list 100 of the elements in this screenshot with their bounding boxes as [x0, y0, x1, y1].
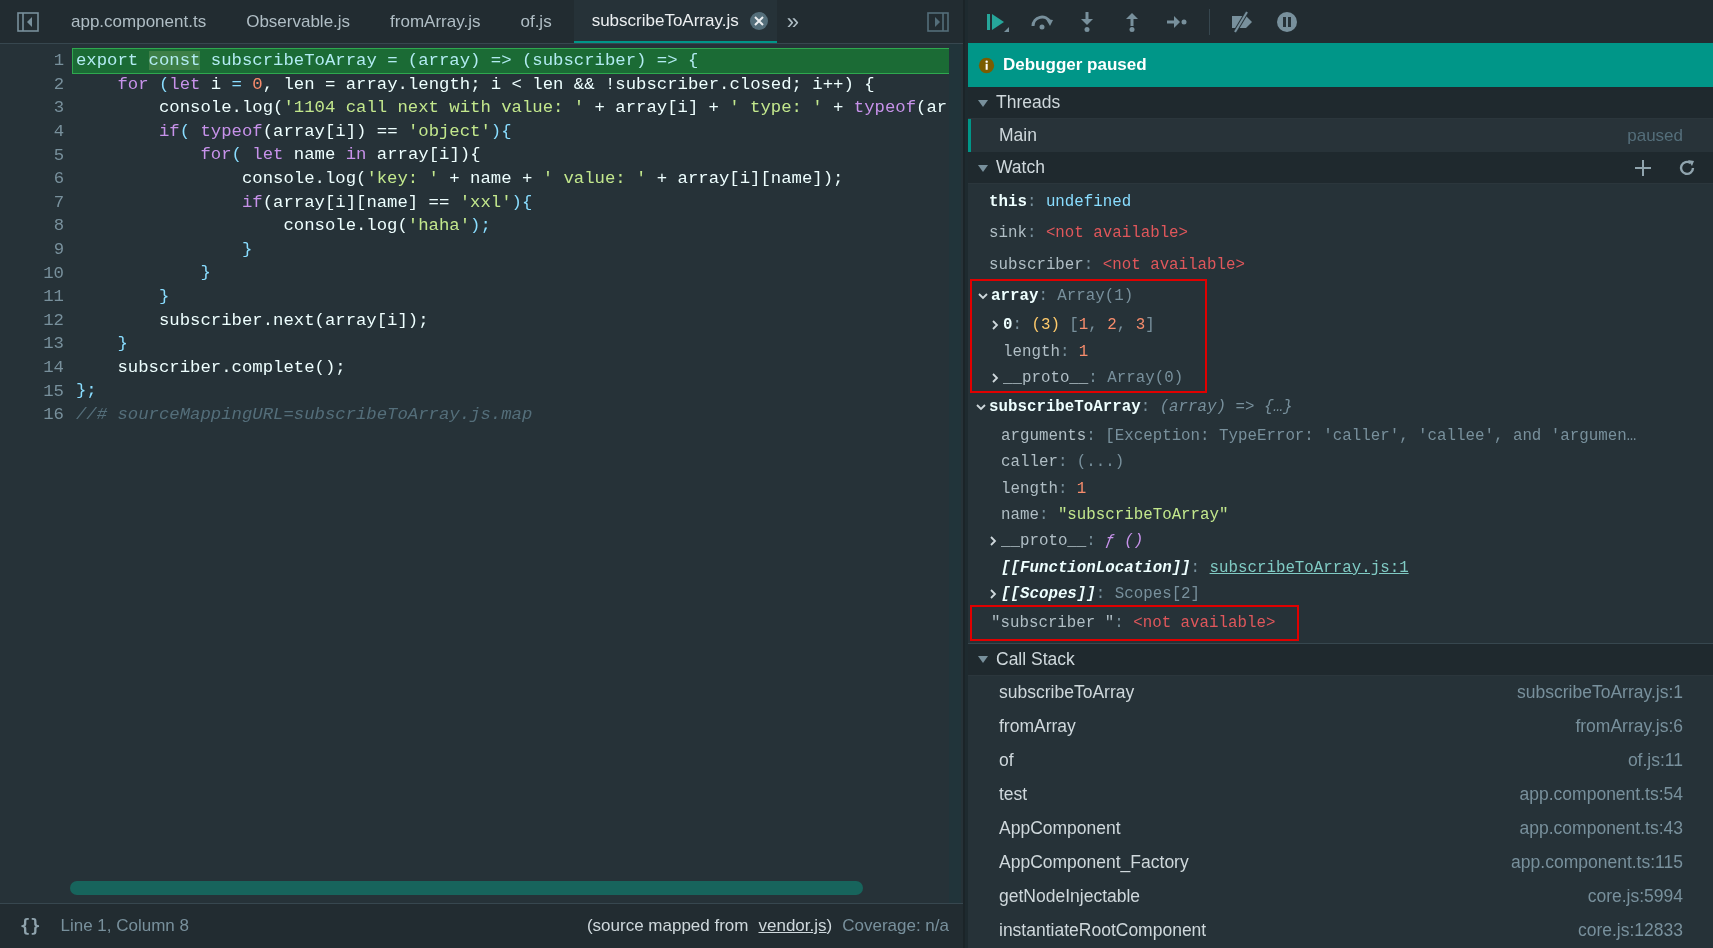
cursor-position: Line 1, Column 8	[60, 916, 189, 936]
more-tabs-button[interactable]: »	[786, 8, 799, 35]
line-number: 5	[52, 145, 65, 165]
line-number: 9	[52, 240, 65, 260]
expand-triangle-icon	[978, 654, 988, 665]
chevron-right-icon[interactable]	[990, 372, 1000, 383]
toggle-navigator-icon[interactable]	[17, 11, 39, 32]
code-line: subscriber.complete();	[116, 356, 347, 379]
frame-name[interactable]: of	[999, 750, 1014, 772]
frame-location[interactable]: subscribeToArray.js:1	[1517, 682, 1683, 704]
file-tab[interactable]: of.js	[502, 0, 574, 43]
code-line: }	[199, 262, 212, 285]
file-tab[interactable]: Observable.js	[228, 0, 373, 43]
property-row: length: 1	[1001, 479, 1087, 498]
property-row: [[FunctionLocation]]: subscribeToArray.js:1	[1001, 558, 1409, 577]
line-number: 6	[52, 169, 65, 189]
line-number: 3	[52, 98, 65, 118]
frame-location[interactable]: of.js:11	[1627, 750, 1683, 772]
line-number: 12	[42, 310, 65, 330]
threads-header[interactable]: Threads	[968, 87, 1713, 119]
coverage-info: Coverage: n/a	[842, 916, 949, 936]
expand-triangle-icon	[978, 97, 988, 108]
section-title: Watch	[996, 157, 1045, 178]
code-line: }	[240, 238, 254, 261]
watch-expression: subscriber: <not available>	[989, 255, 1245, 274]
file-tab[interactable]: app.component.ts	[53, 0, 229, 43]
property-row: [[Scopes]]: Scopes[2]	[1001, 585, 1201, 604]
file-tab[interactable]: fromArray.js	[372, 0, 503, 43]
code-line: console.log('1104 call next with value: ' + array[i] + ' type: ' + typeof(ar	[157, 97, 949, 120]
frame-location[interactable]: app.component.ts:115	[1511, 852, 1683, 874]
line-number: 4	[52, 122, 65, 142]
add-icon[interactable]	[1633, 157, 1653, 178]
code-line: }	[116, 333, 129, 356]
frame-name[interactable]: instantiateRootComponent	[999, 920, 1207, 942]
call-stack-header[interactable]: Call Stack	[968, 642, 1713, 676]
line-number: 13	[42, 334, 65, 354]
code-line: for( let name in array[i]){	[199, 144, 482, 167]
frame-location[interactable]: core.js:5994	[1587, 886, 1683, 908]
info-icon	[978, 56, 995, 74]
property-row: arguments: [Exception: TypeError: 'caller', 'callee', and 'argumen…	[1001, 426, 1637, 445]
code-line: for (let i = 0, len = array.length; i < len && !subscriber.closed; i++) {	[116, 73, 876, 96]
line-number: 15	[42, 381, 65, 401]
file-tab[interactable]: subscribeToArray.js	[573, 0, 777, 43]
property-row: __proto__: ƒ ()	[1001, 532, 1144, 551]
property-row: length: 1	[1003, 342, 1089, 361]
property-row: caller: (...)	[1001, 453, 1125, 472]
vertical-scrollbar[interactable]	[949, 44, 961, 903]
close-icon[interactable]	[748, 10, 769, 31]
line-number: 2	[52, 74, 65, 94]
code-line: //# sourceMappingURL=subscribeToArray.js.map	[75, 403, 534, 426]
section-title: Call Stack	[996, 648, 1075, 670]
source-map-info: (source mapped from	[586, 916, 749, 936]
chevron-down-icon[interactable]	[978, 291, 988, 302]
code-line: console.log('key: ' + name + ' value: ' + array[i][name]);	[240, 167, 845, 190]
toggle-debugger-icon[interactable]	[927, 11, 949, 32]
frame-location[interactable]: fromArray.js:6	[1575, 716, 1683, 738]
frame-name[interactable]: getNodeInjectable	[999, 886, 1141, 908]
line-number: 11	[42, 287, 65, 307]
frame-name[interactable]: AppComponent	[999, 818, 1121, 840]
line-number: 1	[52, 51, 65, 71]
banner-text: Debugger paused	[1003, 55, 1147, 75]
frame-name[interactable]: fromArray	[999, 716, 1076, 738]
pause-icon[interactable]	[1274, 9, 1300, 34]
horizontal-scrollbar[interactable]	[70, 881, 863, 895]
refresh-icon[interactable]	[1677, 157, 1697, 178]
expand-triangle-icon	[978, 162, 988, 173]
property-row: 0: (3) [1, 2, 3]	[1003, 316, 1155, 335]
watch-expression: subscribeToArray: (array) => {…}	[989, 397, 1293, 416]
source-map-info: )	[826, 916, 833, 936]
code-line: subscriber.next(array[i]);	[157, 309, 430, 332]
watch-expression: sink: <not available>	[989, 224, 1189, 243]
line-number: 8	[52, 216, 65, 236]
thread-status: paused	[1627, 125, 1683, 146]
section-title: Threads	[996, 92, 1061, 113]
frame-name[interactable]: test	[999, 784, 1028, 806]
thread-name: Main	[999, 125, 1038, 146]
line-number: 7	[52, 192, 65, 212]
property-row: name: "subscribeToArray"	[1001, 506, 1229, 525]
source-link[interactable]: vendor.js	[758, 916, 827, 936]
chevron-down-icon[interactable]	[976, 401, 986, 412]
code-line: console.log('haha');	[282, 215, 492, 238]
line-number: 14	[42, 358, 65, 377]
code-line: if(array[i][name] == 'xxl'){	[240, 191, 534, 214]
watch-expression: this: undefined	[989, 192, 1132, 211]
frame-location[interactable]: core.js:12833	[1577, 920, 1683, 942]
frame-location[interactable]: app.component.ts:54	[1519, 784, 1683, 806]
watch-header[interactable]: Watch	[968, 152, 1713, 184]
watch-expression: array: Array(1)	[991, 287, 1134, 306]
property-row: __proto__: Array(0)	[1003, 368, 1184, 387]
chevron-right-icon[interactable]	[990, 320, 1000, 331]
code-line: if( typeof(array[i]) == 'object'){	[157, 120, 513, 143]
frame-location[interactable]: app.component.ts:43	[1519, 818, 1683, 840]
line-number: 16	[42, 405, 65, 425]
frame-name[interactable]: AppComponent_Factory	[999, 852, 1189, 874]
deactivate-breakpoints-icon[interactable]	[1229, 9, 1255, 34]
chevron-right-icon[interactable]	[988, 536, 998, 547]
frame-name[interactable]: subscribeToArray	[999, 682, 1135, 704]
pretty-print-button[interactable]: {}	[20, 916, 41, 936]
chevron-right-icon[interactable]	[988, 589, 998, 600]
code-line: };	[75, 380, 98, 403]
